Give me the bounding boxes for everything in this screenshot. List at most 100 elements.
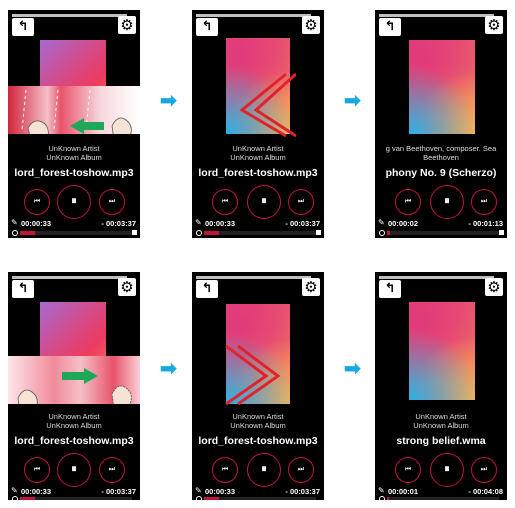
step-arrow: ➡ [344,90,361,112]
status-line [379,14,494,17]
hand-icon [27,120,49,145]
pin-icon: ✎ [11,486,18,495]
previous-track-icon[interactable]: ⏮ [24,457,50,483]
next-track-icon[interactable]: ⏭ [99,457,125,483]
pause-icon[interactable]: ⏸ [247,453,281,487]
status-line [12,276,127,279]
album-name: Beethoven [423,153,459,162]
pin-icon: ✎ [11,218,18,227]
swipe-left-illustration [21,89,132,145]
back-button[interactable]: ↰ [196,280,218,298]
swipe-strip[interactable] [8,356,140,413]
pin-icon: ✎ [195,486,202,495]
remaining-time: - 00:03:37 [285,487,320,496]
gear-icon[interactable]: ⚙ [302,16,320,34]
pause-icon[interactable]: ⏸ [57,453,91,487]
gear-icon[interactable]: ⚙ [485,16,503,34]
previous-track-icon[interactable]: ⏮ [395,457,421,483]
back-button[interactable]: ↰ [379,280,401,298]
track-title: phony No. 9 (Scherzo) [385,167,497,179]
player-screen-1: ↰ ⚙ UnKnown Artist UnKnown Album lord_fo… [8,10,140,238]
status-line [12,14,127,17]
swipe-right-illustration [17,368,132,413]
elapsed-time: 00:00:33 [21,219,52,228]
volume-icon[interactable] [316,230,321,235]
next-track-icon[interactable]: ⏭ [99,189,125,215]
previous-track-icon[interactable]: ⏮ [212,457,238,483]
progress-bar[interactable] [20,497,132,500]
volume-icon[interactable] [499,230,504,235]
step-arrow: ➡ [160,358,177,380]
album-name: UnKnown Album [230,421,286,430]
progress-bar[interactable] [204,497,316,500]
track-title: lord_forest-toshow.mp3 [198,435,318,447]
previous-track-icon[interactable]: ⏮ [24,189,50,215]
back-button[interactable]: ↰ [379,18,401,36]
album-art [409,40,475,134]
pin-icon: ✎ [378,486,385,495]
album-art [409,302,475,400]
player-screen-6: ↰ ⚙ UnKnown Artist UnKnown Album strong … [375,272,507,500]
track-title: lord_forest-toshow.mp3 [14,435,134,447]
track-title: strong belief.wma [396,435,486,447]
elapsed-time: 00:00:33 [21,487,52,496]
elapsed-time: 00:00:01 [388,487,419,496]
swipe-right-arrow [62,368,98,384]
player-screen-3: ↰ ⚙ g van Beethoven, composer. Sea Beeth… [375,10,507,238]
step-arrow: ➡ [160,90,177,112]
artist-name: g van Beethoven, composer. Sea [385,144,497,153]
loop-icon[interactable] [379,496,385,500]
album-name: UnKnown Album [46,153,102,162]
artist-name: UnKnown Artist [48,412,100,421]
pin-icon: ✎ [195,218,202,227]
progress-bar[interactable] [204,231,316,235]
step-arrow: ➡ [344,358,361,380]
swipe-right-chevrons [225,344,281,406]
pause-icon[interactable]: ⏸ [430,453,464,487]
gear-icon[interactable]: ⚙ [118,16,136,34]
volume-icon[interactable] [132,230,137,235]
remaining-time: - 00:01:13 [468,219,503,228]
remaining-time: - 00:04:08 [468,487,503,496]
pause-icon[interactable]: ⏸ [430,185,464,219]
previous-track-icon[interactable]: ⏮ [395,189,421,215]
pause-icon[interactable]: ⏸ [247,185,281,219]
loop-icon[interactable] [196,230,202,236]
next-track-icon[interactable]: ⏭ [471,457,497,483]
swipe-left-chevrons [239,72,296,138]
loop-icon[interactable] [12,230,18,236]
loop-icon[interactable] [12,496,18,500]
progress-bar[interactable] [20,231,132,235]
loop-icon[interactable] [379,230,385,236]
back-button[interactable]: ↰ [196,18,218,36]
artist-name: UnKnown Artist [415,412,467,421]
previous-track-icon[interactable]: ⏮ [212,189,238,215]
pin-icon: ✎ [378,218,385,227]
player-screen-4: ↰ ⚙ UnKnown Artist UnKnown Album lord_fo… [8,272,140,500]
remaining-time: - 00:03:37 [101,487,136,496]
next-track-icon[interactable]: ⏭ [288,457,314,483]
gear-icon[interactable]: ⚙ [302,278,320,296]
hand-icon [17,389,38,413]
next-track-icon[interactable]: ⏭ [288,189,314,215]
swipe-strip[interactable] [8,86,140,145]
back-button[interactable]: ↰ [12,18,34,36]
back-button[interactable]: ↰ [12,280,34,298]
album-name: UnKnown Album [230,153,286,162]
album-name: UnKnown Album [413,421,469,430]
player-screen-5: ↰ ⚙ UnKnown Artist UnKnown Album lord_fo… [192,272,324,500]
remaining-time: - 00:03:37 [101,219,136,228]
next-track-icon[interactable]: ⏭ [471,189,497,215]
progress-bar[interactable] [387,497,499,500]
gear-icon[interactable]: ⚙ [485,278,503,296]
pause-icon[interactable]: ⏸ [57,185,91,219]
loop-icon[interactable] [196,496,202,500]
track-title: lord_forest-toshow.mp3 [198,167,318,179]
player-screen-2: ↰ ⚙ UnKnown Artist UnKnown Album lord_fo… [192,10,324,238]
remaining-time: - 00:03:37 [285,219,320,228]
album-name: UnKnown Album [46,421,102,430]
track-title: lord_forest-toshow.mp3 [14,167,134,179]
gear-icon[interactable]: ⚙ [118,278,136,296]
status-line [196,276,311,279]
progress-bar[interactable] [387,231,499,235]
